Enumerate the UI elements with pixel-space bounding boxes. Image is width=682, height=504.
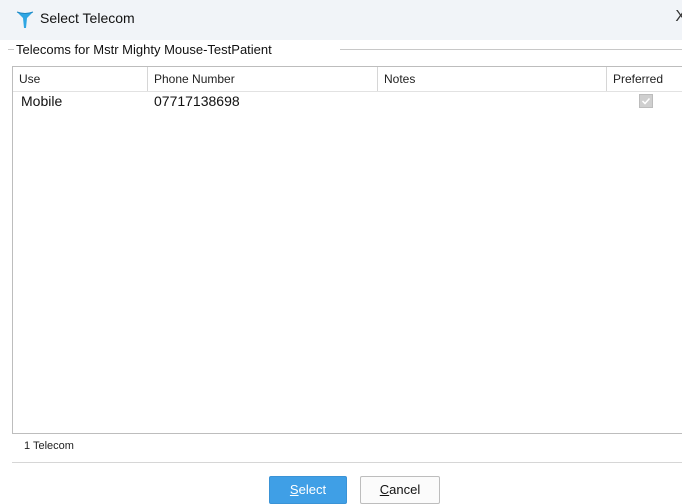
column-header-notes[interactable]: Notes — [378, 67, 607, 91]
select-label-rest: elect — [298, 482, 327, 497]
app-logo-icon — [16, 10, 34, 30]
group-border-right — [340, 49, 682, 50]
select-mnemonic: S — [289, 482, 299, 497]
table-row[interactable]: Mobile 07717138698 — [13, 91, 682, 111]
dialog-titlebar: Select Telecom X — [0, 0, 682, 40]
cell-notes — [378, 91, 607, 111]
column-header-phone-number[interactable]: Phone Number — [148, 67, 378, 91]
column-header-preferred[interactable]: Preferred — [607, 67, 682, 91]
footer-divider — [12, 462, 682, 463]
record-count: 1 Telecom — [24, 440, 74, 452]
preferred-checkbox[interactable] — [639, 94, 653, 108]
telecom-grid: Use Phone Number Notes Preferred Mobile … — [12, 66, 682, 434]
cancel-label-rest: ancel — [389, 482, 421, 497]
cancel-mnemonic: C — [379, 482, 390, 497]
close-button[interactable]: X — [675, 8, 682, 26]
select-button[interactable]: Select — [269, 476, 347, 504]
cell-phone-number: 07717138698 — [154, 93, 240, 109]
group-legend: Telecoms for Mstr Mighty Mouse-TestPatie… — [14, 42, 274, 57]
column-header-use[interactable]: Use — [13, 67, 148, 91]
cell-use: Mobile — [21, 93, 63, 109]
dialog-title: Select Telecom — [40, 10, 135, 26]
grid-header: Use Phone Number Notes Preferred — [13, 67, 682, 92]
cancel-button[interactable]: Cancel — [360, 476, 440, 504]
checkmark-icon — [641, 97, 651, 105]
